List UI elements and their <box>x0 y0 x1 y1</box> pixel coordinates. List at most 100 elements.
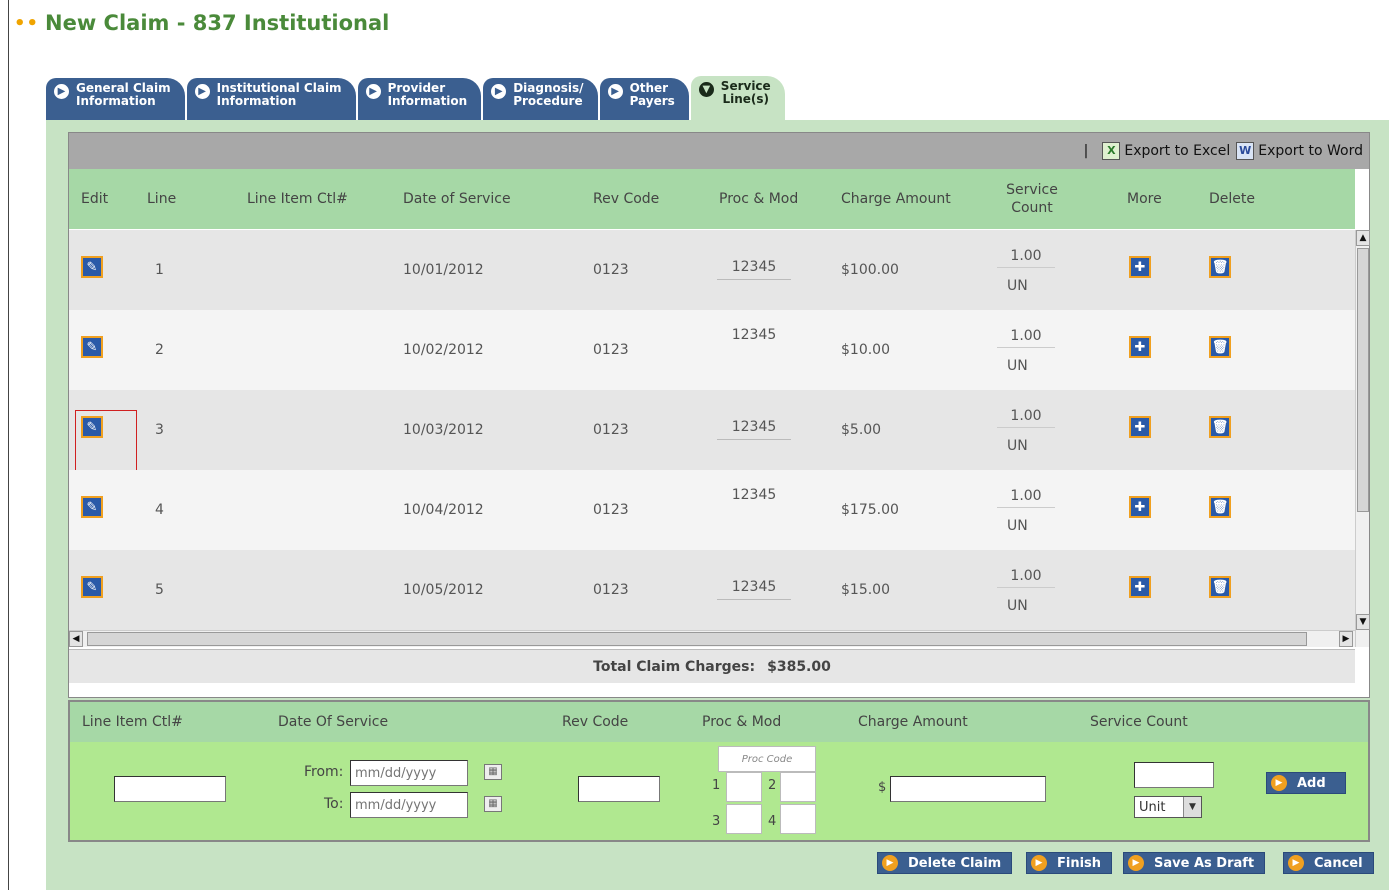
tab-provider-information[interactable]: ▶ Provider Information <box>357 78 482 120</box>
column-header-more: More <box>1127 191 1162 207</box>
arrow-right-icon: ▶ <box>1031 855 1047 871</box>
chevron-right-icon: ▶ <box>491 84 507 99</box>
column-header-service-count[interactable]: Service Count <box>997 169 1067 229</box>
export-to-word-link[interactable]: W Export to Word <box>1236 142 1363 160</box>
table-row: ✎ 5 10/05/2012 0123 12345 $15.00 1.00 UN… <box>69 550 1355 630</box>
date-of-service-cell: 10/02/2012 <box>403 342 484 358</box>
page-title: New Claim - 837 Institutional <box>45 11 390 35</box>
edit-icon[interactable]: ✎ <box>81 496 103 518</box>
from-label: From: <box>304 764 344 780</box>
table-row: ✎ 3 10/03/2012 0123 12345 $5.00 1.00 UN … <box>69 390 1355 482</box>
to-date-input[interactable] <box>350 792 468 818</box>
finish-label: Finish <box>1057 855 1102 871</box>
proc-mod-cell: 12345 <box>731 327 777 343</box>
cancel-button[interactable]: ▶ Cancel <box>1283 852 1374 874</box>
plus-icon[interactable]: ✚ <box>1129 496 1151 518</box>
modifier-4-input[interactable] <box>780 804 816 834</box>
charge-amount-cell: $100.00 <box>841 262 899 278</box>
entry-header-line-item-ctl: Line Item Ctl# <box>82 714 183 730</box>
chevron-down-icon: ▼ <box>1183 797 1201 817</box>
calendar-icon[interactable]: ▦ <box>484 796 502 812</box>
column-header-line-item-ctl[interactable]: Line Item Ctl# <box>247 169 348 229</box>
export-to-excel-link[interactable]: X Export to Excel <box>1102 142 1230 160</box>
trash-icon[interactable]: 🗑 <box>1209 416 1231 438</box>
vertical-scrollbar[interactable]: ▲ ▼ <box>1355 230 1370 647</box>
tab-other-payers[interactable]: ▶ Other Payers <box>599 78 689 120</box>
column-header-edit[interactable]: Edit <box>81 169 108 229</box>
vertical-scrollbar-thumb[interactable] <box>1357 248 1369 512</box>
edit-icon[interactable]: ✎ <box>81 336 103 358</box>
line-item-ctl-input[interactable] <box>114 776 226 802</box>
mod-3-label: 3 <box>712 814 721 829</box>
service-count-unit: UN <box>1007 358 1028 374</box>
column-header-rev-code[interactable]: Rev Code <box>593 169 659 229</box>
entry-header-service-count: Service Count <box>1090 714 1188 730</box>
date-of-service-cell: 10/01/2012 <box>403 262 484 278</box>
line-cell: 4 <box>155 502 164 518</box>
rev-code-cell: 0123 <box>593 502 629 518</box>
service-count-input[interactable] <box>1134 762 1214 788</box>
trash-icon[interactable]: 🗑 <box>1209 256 1231 278</box>
modifier-3-input[interactable] <box>726 804 762 834</box>
arrow-right-icon: ▶ <box>1271 775 1287 791</box>
tab-general-claim-information[interactable]: ▶ General Claim Information <box>46 78 185 120</box>
add-button-label: Add <box>1297 775 1326 791</box>
from-date-input[interactable] <box>350 760 468 786</box>
entry-header-proc-mod: Proc & Mod <box>702 714 782 730</box>
column-header-charge-amount[interactable]: Charge Amount <box>841 169 951 229</box>
tab-diagnosis-procedure[interactable]: ▶ Diagnosis/ Procedure <box>483 78 598 120</box>
rev-code-cell: 0123 <box>593 262 629 278</box>
rev-code-input[interactable] <box>578 776 660 802</box>
chevron-right-icon: ▶ <box>607 84 623 99</box>
total-claim-charges: Total Claim Charges: $385.00 <box>69 649 1355 683</box>
horizontal-scrollbar[interactable]: ◀ ▶ <box>69 630 1355 647</box>
modifier-2-input[interactable] <box>780 772 816 802</box>
proc-code-input[interactable]: Proc Code <box>718 746 816 772</box>
unit-select[interactable]: Unit ▼ <box>1134 796 1202 818</box>
plus-icon[interactable]: ✚ <box>1129 256 1151 278</box>
tab-label: Service Line(s) <box>720 79 771 106</box>
trash-icon[interactable]: 🗑 <box>1209 496 1231 518</box>
horizontal-scrollbar-thumb[interactable] <box>87 632 1307 646</box>
export-to-excel-label: Export to Excel <box>1124 143 1231 159</box>
plus-icon[interactable]: ✚ <box>1129 576 1151 598</box>
scroll-left-arrow-icon[interactable]: ◀ <box>69 631 83 647</box>
edit-icon[interactable]: ✎ <box>81 256 103 278</box>
service-count-value: 1.00 <box>997 404 1055 428</box>
add-service-line-form: Line Item Ctl# Date Of Service Rev Code … <box>68 700 1370 842</box>
grid-header: Edit Line Line Item Ctl# Date of Service… <box>69 169 1355 229</box>
scroll-right-arrow-icon[interactable]: ▶ <box>1339 631 1353 647</box>
word-icon: W <box>1236 142 1255 160</box>
trash-icon[interactable]: 🗑 <box>1209 336 1231 358</box>
scroll-down-arrow-icon[interactable]: ▼ <box>1356 614 1370 630</box>
charge-amount-input[interactable] <box>890 776 1046 802</box>
plus-icon[interactable]: ✚ <box>1129 336 1151 358</box>
calendar-icon[interactable]: ▦ <box>484 764 502 780</box>
tab-service-lines[interactable]: ▼ Service Line(s) <box>690 76 785 120</box>
chevron-right-icon: ▶ <box>194 84 210 99</box>
cancel-label: Cancel <box>1314 855 1363 871</box>
tab-institutional-claim-information[interactable]: ▶ Institutional Claim Information <box>186 78 356 120</box>
delete-claim-label: Delete Claim <box>908 855 1002 871</box>
line-cell: 3 <box>155 422 164 438</box>
entry-body: From: ▦ To: ▦ Proc Code 1 2 3 4 $ Unit ▼… <box>70 742 1368 840</box>
column-header-line[interactable]: Line <box>147 169 176 229</box>
trash-icon[interactable]: 🗑 <box>1209 576 1231 598</box>
line-cell: 2 <box>155 342 164 358</box>
line-cell: 1 <box>155 262 164 278</box>
edit-icon[interactable]: ✎ <box>81 576 103 598</box>
save-as-draft-button[interactable]: ▶ Save As Draft <box>1123 852 1266 874</box>
plus-icon[interactable]: ✚ <box>1129 416 1151 438</box>
modifier-1-input[interactable] <box>726 772 762 802</box>
finish-button[interactable]: ▶ Finish <box>1026 852 1113 874</box>
edit-icon[interactable]: ✎ <box>75 410 137 482</box>
column-header-date-of-service[interactable]: Date of Service <box>403 169 511 229</box>
charge-amount-cell: $10.00 <box>841 342 890 358</box>
mod-2-label: 2 <box>768 778 777 793</box>
scroll-up-arrow-icon[interactable]: ▲ <box>1356 230 1370 246</box>
title-row: •• New Claim - 837 Institutional <box>14 8 389 38</box>
delete-claim-button[interactable]: ▶ Delete Claim <box>877 852 1013 874</box>
add-button[interactable]: ▶ Add <box>1266 772 1346 794</box>
column-header-proc-mod[interactable]: Proc & Mod <box>719 169 798 229</box>
chevron-right-icon: ▶ <box>365 84 381 99</box>
